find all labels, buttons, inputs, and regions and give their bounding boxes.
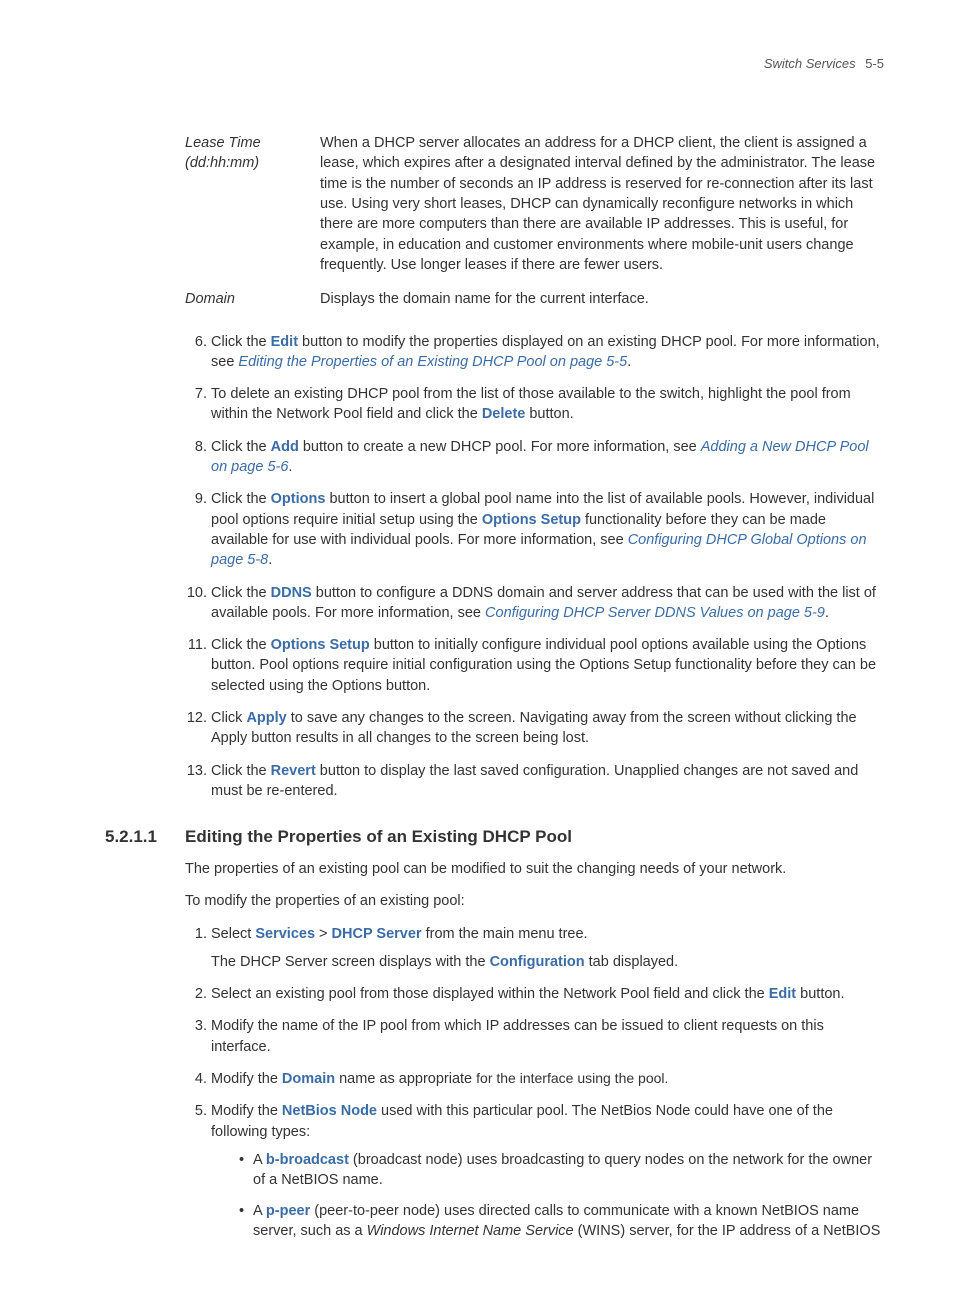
options-setup-ref: Options Setup xyxy=(482,512,581,528)
bullet-p-peer: • A p-peer (peer-to-peer node) uses dire… xyxy=(239,1201,884,1242)
header-title: Switch Services xyxy=(764,56,856,71)
step-num: 3. xyxy=(185,1016,207,1057)
step-num: 1. xyxy=(185,924,207,973)
step-num: 13. xyxy=(185,761,207,802)
step-num: 4. xyxy=(185,1069,207,1089)
bullet-icon: • xyxy=(239,1201,253,1242)
edit-step-3: 3. Modify the name of the IP pool from w… xyxy=(185,1016,884,1057)
revert-button-ref: Revert xyxy=(271,763,316,779)
edit-step-1: 1. Select Services > DHCP Server from th… xyxy=(185,924,884,973)
step-num: 11. xyxy=(185,635,207,696)
def-leasetime-desc: When a DHCP server allocates an address … xyxy=(320,133,884,275)
step-num: 12. xyxy=(185,708,207,749)
edit-step-2: 2. Select an existing pool from those di… xyxy=(185,984,884,1004)
def-domain-label: Domain xyxy=(185,289,320,309)
step-num: 10. xyxy=(185,583,207,624)
def-leasetime-label: Lease Time (dd:hh:mm) xyxy=(185,133,320,275)
step-num: 8. xyxy=(185,437,207,478)
section-intro-2: To modify the properties of an existing … xyxy=(185,891,884,911)
b-broadcast-ref: b-broadcast xyxy=(266,1152,349,1168)
options-setup-button-ref: Options Setup xyxy=(271,637,370,653)
domain-field-ref: Domain xyxy=(282,1071,335,1087)
step-9: 9. Click the Options button to insert a … xyxy=(185,489,884,570)
step-6: 6. Click the Edit button to modify the p… xyxy=(185,332,884,373)
edit-button-ref: Edit xyxy=(271,334,298,350)
bullet-b-broadcast: • A b-broadcast (broadcast node) uses br… xyxy=(239,1150,884,1191)
step-num: 5. xyxy=(185,1101,207,1251)
step-12: 12. Click Apply to save any changes to t… xyxy=(185,708,884,749)
step-num: 9. xyxy=(185,489,207,570)
add-button-ref: Add xyxy=(271,439,299,455)
step-10: 10. Click the DDNS button to configure a… xyxy=(185,583,884,624)
p-peer-ref: p-peer xyxy=(266,1203,310,1219)
section-number: 5.2.1.1 xyxy=(105,825,185,849)
section-title: Editing the Properties of an Existing DH… xyxy=(185,825,572,849)
services-menu-ref: Services xyxy=(255,926,315,942)
step-13: 13. Click the Revert button to display t… xyxy=(185,761,884,802)
netbios-node-ref: NetBios Node xyxy=(282,1103,377,1119)
options-button-ref: Options xyxy=(271,491,326,507)
edit-procedure-list: 1. Select Services > DHCP Server from th… xyxy=(185,924,884,1252)
section-heading: 5.2.1.1 Editing the Properties of an Exi… xyxy=(105,825,884,849)
dhcp-server-menu-ref: DHCP Server xyxy=(332,926,422,942)
bullet-icon: • xyxy=(239,1150,253,1191)
step-num: 6. xyxy=(185,332,207,373)
wins-ref: Windows Internet Name Service xyxy=(367,1223,574,1239)
apply-button-ref: Apply xyxy=(246,710,286,726)
delete-button-ref: Delete xyxy=(482,406,526,422)
link-ddns[interactable]: Configuring DHCP Server DDNS Values on p… xyxy=(485,605,825,621)
step-8: 8. Click the Add button to create a new … xyxy=(185,437,884,478)
step-num: 2. xyxy=(185,984,207,1004)
edit-step-5: 5. Modify the NetBios Node used with thi… xyxy=(185,1101,884,1251)
step-7: 7. To delete an existing DHCP pool from … xyxy=(185,384,884,425)
edit-button-ref: Edit xyxy=(769,986,796,1002)
definition-list: Lease Time (dd:hh:mm) When a DHCP server… xyxy=(185,133,884,309)
step-11: 11. Click the Options Setup button to in… xyxy=(185,635,884,696)
step-num: 7. xyxy=(185,384,207,425)
edit-step-4: 4. Modify the Domain name as appropriate… xyxy=(185,1069,884,1089)
netbios-types-list: • A b-broadcast (broadcast node) uses br… xyxy=(239,1150,884,1241)
procedure-list: 6. Click the Edit button to modify the p… xyxy=(185,332,884,802)
def-domain-desc: Displays the domain name for the current… xyxy=(320,289,884,309)
header-page: 5-5 xyxy=(865,56,884,71)
configuration-tab-ref: Configuration xyxy=(490,954,585,970)
section-intro-1: The properties of an existing pool can b… xyxy=(185,859,884,879)
page-header: Switch Services 5-5 xyxy=(105,55,884,73)
ddns-button-ref: DDNS xyxy=(271,585,312,601)
link-edit-pool[interactable]: Editing the Properties of an Existing DH… xyxy=(238,354,627,370)
